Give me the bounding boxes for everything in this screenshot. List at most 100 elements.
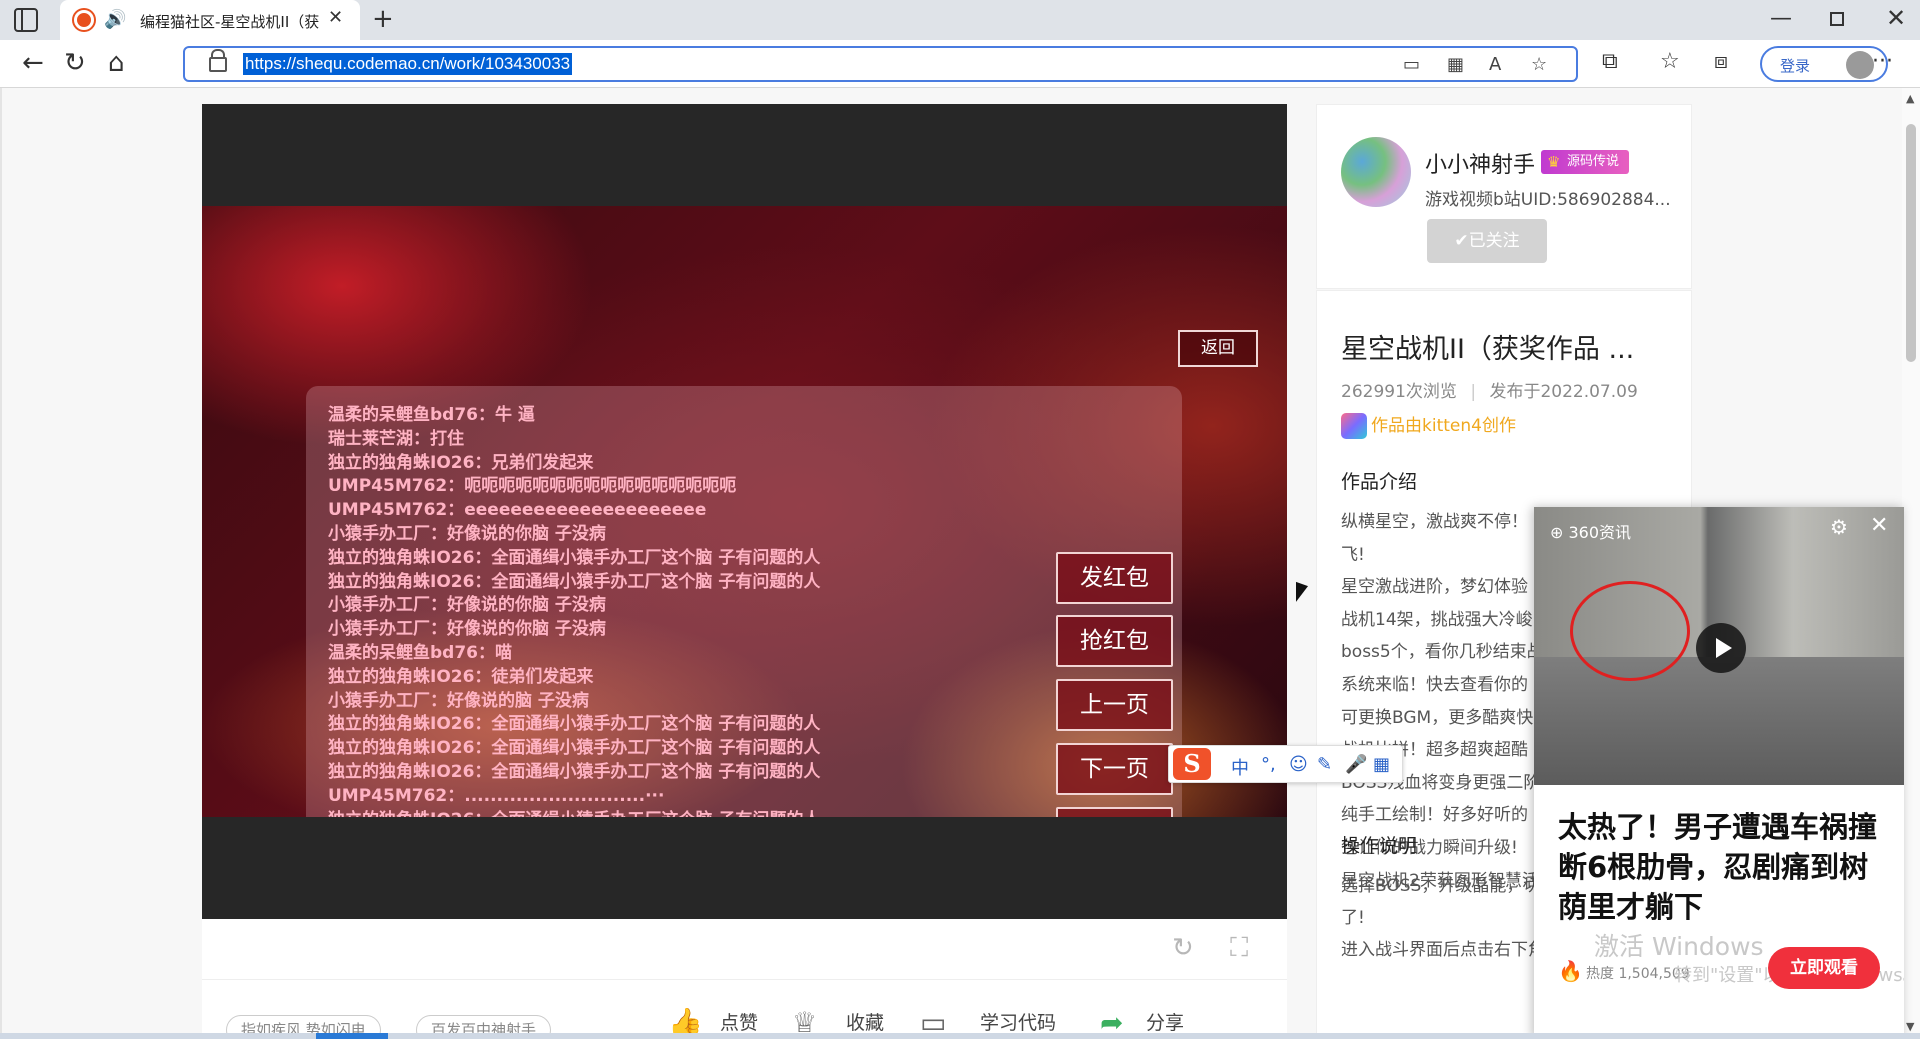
scroll-down-icon[interactable]: ▼ bbox=[1906, 1020, 1914, 1033]
fullscreen-icon[interactable]: ⛶ bbox=[1230, 933, 1248, 964]
chat-message: 独立的独角蛛IO26：全面通缉小猿手办工厂这个脑 子有问题的人 bbox=[328, 547, 821, 568]
prev-page-button[interactable]: 上一页 bbox=[1056, 679, 1173, 731]
game-back-button[interactable]: 返回 bbox=[1178, 330, 1258, 367]
extensions-icon[interactable]: ⧉ bbox=[1602, 49, 1618, 74]
chat-message: 小猿手办工厂：好像说的脑 子没病 bbox=[328, 690, 589, 711]
url-text[interactable]: https://shequ.codemao.cn/work/103430033 bbox=[243, 53, 573, 75]
news-video-thumbnail[interactable]: ⊕ 360资讯 ⚙ ✕ bbox=[1534, 507, 1904, 785]
workspaces-icon[interactable] bbox=[14, 8, 38, 32]
add-favorite-icon[interactable]: ☆ bbox=[1531, 54, 1547, 75]
app-available-icon[interactable]: ▭ bbox=[1403, 54, 1420, 75]
tab-title: 编程猫社区-星空战机II（获 bbox=[140, 13, 320, 31]
home-icon[interactable]: ⌂ bbox=[108, 48, 125, 78]
kitten-credit[interactable]: 作品由kitten4创作 bbox=[1341, 411, 1516, 439]
send-redpacket-button[interactable]: 发红包 bbox=[1056, 552, 1173, 604]
chat-message: 独立的独角蛛IO26：全面通缉小猿手办工厂这个脑 子有问题的人 bbox=[328, 761, 821, 782]
activate-windows-watermark: 激活 Windows bbox=[1594, 932, 1764, 961]
tab-active[interactable]: 🔊 编程猫社区-星空战机II（获 ✕ bbox=[60, 0, 360, 40]
audio-playing-icon[interactable]: 🔊 bbox=[104, 9, 126, 30]
intro-line: 可更换BGM，更多酷爽快 bbox=[1341, 707, 1534, 728]
chat-message: 独立的独角蛛IO26：全面通缉小猿手办工厂这个脑 子有问题的人 bbox=[328, 714, 821, 735]
game-controls: ↻ ⛶ bbox=[202, 919, 1287, 979]
gear-icon[interactable]: ⚙ bbox=[1830, 515, 1848, 539]
chat-message: 独立的独角蛛IO26：徒弟们发起来 bbox=[328, 666, 594, 687]
refresh-icon[interactable]: ↻ bbox=[64, 48, 86, 78]
ime-chinese-mode[interactable]: 中 bbox=[1231, 754, 1249, 780]
highlight-circle bbox=[1570, 581, 1690, 681]
kitten-icon bbox=[1341, 413, 1367, 439]
taskbar-active-indicator bbox=[316, 1033, 388, 1039]
ime-punctuation-icon[interactable]: °, bbox=[1261, 754, 1276, 775]
ime-handwrite-icon[interactable]: ✎ bbox=[1317, 754, 1332, 775]
ops-line: 选择BOSS，升级晶能，切 bbox=[1341, 876, 1541, 896]
maximize-icon[interactable] bbox=[1830, 12, 1844, 26]
news-headline[interactable]: 太热了！男子遭遇车祸撞断6根肋骨，忍剧痛到树荫里才躺下 bbox=[1558, 807, 1888, 927]
intro-line: 纯手工绘制！好多好听的 bbox=[1341, 805, 1528, 826]
favorites-icon[interactable]: ☆ bbox=[1660, 49, 1680, 74]
chat-message: 独立的独角蛛IO26：兄弟们发起来 bbox=[328, 452, 594, 473]
author-avatar[interactable] bbox=[1341, 137, 1411, 207]
chat-message: 小猿手办工厂：好像说的你脑 子没病 bbox=[328, 523, 606, 544]
scroll-up-icon[interactable]: ▲ bbox=[1906, 92, 1914, 105]
qr-code-icon[interactable]: ▦ bbox=[1447, 54, 1464, 75]
chat-message: 独立的独角蛛IO26：全面通缉小猿手办工厂这个脑 子有问题的人 bbox=[328, 809, 1160, 817]
address-bar[interactable]: https://shequ.codemao.cn/work/103430033 … bbox=[183, 46, 1578, 82]
intro-line: 星空激战进阶，梦幻体验 bbox=[1341, 577, 1528, 598]
more-menu-icon[interactable]: ··· bbox=[1872, 49, 1893, 74]
work-stats: 262991次浏览 | 发布于2022.07.09 bbox=[1341, 382, 1638, 402]
news-popup[interactable]: ⊕ 360资讯 ⚙ ✕ 太热了！男子遭遇车祸撞断6根肋骨，忍剧痛到树荫里才躺下 … bbox=[1534, 507, 1904, 1039]
login-button[interactable]: 登录 bbox=[1760, 46, 1888, 82]
lock-icon[interactable] bbox=[209, 49, 227, 72]
send-button[interactable]: 发送 bbox=[1056, 807, 1173, 817]
follow-button[interactable]: ✔已关注 bbox=[1427, 219, 1547, 263]
mouse-cursor-icon bbox=[1296, 581, 1308, 607]
page-scrollbar[interactable]: ▲ ▼ bbox=[1902, 88, 1920, 1039]
close-icon[interactable]: ✕ bbox=[1870, 513, 1888, 538]
collections-icon[interactable]: ⧈ bbox=[1714, 49, 1728, 74]
next-page-button[interactable]: 下一页 bbox=[1056, 743, 1173, 795]
new-tab-icon[interactable]: + bbox=[372, 4, 394, 34]
minimize-icon[interactable]: — bbox=[1770, 6, 1792, 31]
chat-message: 小猿手办工厂：好像说的你脑 子没病 bbox=[328, 595, 606, 616]
fire-icon: 🔥 bbox=[1558, 959, 1583, 983]
ime-voice-icon[interactable]: 🎤 bbox=[1345, 754, 1367, 775]
ime-toolbar[interactable]: S 中 °, ☺ ✎ 🎤 ▦ bbox=[1168, 745, 1403, 783]
read-aloud-icon[interactable]: A bbox=[1489, 54, 1501, 75]
author-description: 游戏视频b站UID:586902884... bbox=[1425, 190, 1671, 210]
chat-message: UMP45M762：eeeeeeeeeeeeeeeeeeeee bbox=[328, 500, 707, 521]
chat-message: 独立的独角蛛IO26：全面通缉小猿手办工厂这个脑 子有问题的人 bbox=[328, 571, 821, 592]
author-badge: 源码传说 bbox=[1541, 150, 1630, 174]
game-scene[interactable]: 返回 温柔的呆鲤鱼bd76：牛 逼瑞士莱芒湖：打住 独立的独角蛛IO26：兄弟们发… bbox=[202, 206, 1287, 817]
window-close-icon[interactable]: ✕ bbox=[1886, 4, 1906, 32]
like-label[interactable]: 点赞 bbox=[720, 1008, 758, 1035]
login-label: 登录 bbox=[1780, 57, 1811, 75]
publish-date: 发布于2022.07.09 bbox=[1489, 382, 1638, 402]
ime-toolbox-icon[interactable]: ▦ bbox=[1373, 754, 1390, 775]
scroll-thumb[interactable] bbox=[1906, 124, 1916, 362]
collect-label[interactable]: 收藏 bbox=[846, 1008, 884, 1035]
intro-line: 系统来临！快去查看你的 bbox=[1341, 675, 1528, 695]
tab-close-icon[interactable]: ✕ bbox=[328, 7, 343, 28]
page-edge bbox=[0, 88, 2, 1039]
learn-code-label[interactable]: 学习代码 bbox=[980, 1008, 1056, 1035]
play-icon[interactable] bbox=[1696, 623, 1746, 673]
ime-emoji-icon[interactable]: ☺ bbox=[1289, 754, 1308, 775]
chat-message: UMP45M762：............................··… bbox=[328, 785, 665, 806]
game-stage[interactable]: 返回 温柔的呆鲤鱼bd76：牛 逼瑞士莱芒湖：打住 独立的独角蛛IO26：兄弟们发… bbox=[202, 104, 1287, 919]
work-actions: 指如疾风 势如闪电 百发百中神射手 👍 点赞 ♕ 收藏 ▭ 学习代码 ➦ 分享 bbox=[202, 979, 1287, 1039]
grab-redpacket-button[interactable]: 抢红包 bbox=[1056, 615, 1173, 667]
chat-message: 温柔的呆鲤鱼bd76：牛 逼 bbox=[328, 405, 535, 425]
restart-icon[interactable]: ↻ bbox=[1172, 933, 1194, 963]
share-label[interactable]: 分享 bbox=[1146, 1008, 1184, 1035]
intro-title: 作品介绍 bbox=[1341, 471, 1418, 493]
author-card: 小小神射手 源码传说 游戏视频b站UID:586902884... ✔已关注 bbox=[1316, 104, 1692, 289]
watch-now-button[interactable]: 立即观看 bbox=[1768, 947, 1880, 989]
road-image bbox=[1534, 657, 1904, 785]
ops-line: 了! bbox=[1341, 908, 1365, 928]
intro-line: 战机14架，挑战强大冷峻 bbox=[1341, 609, 1533, 630]
tab-strip: 🔊 编程猫社区-星空战机II（获 ✕ + — ✕ bbox=[0, 0, 1920, 40]
back-arrow-icon[interactable]: ← bbox=[22, 48, 44, 78]
intro-line: boss5个，看你几秒结束战 bbox=[1341, 642, 1544, 663]
author-name[interactable]: 小小神射手 bbox=[1425, 147, 1535, 179]
sogou-logo-icon[interactable]: S bbox=[1173, 748, 1211, 780]
